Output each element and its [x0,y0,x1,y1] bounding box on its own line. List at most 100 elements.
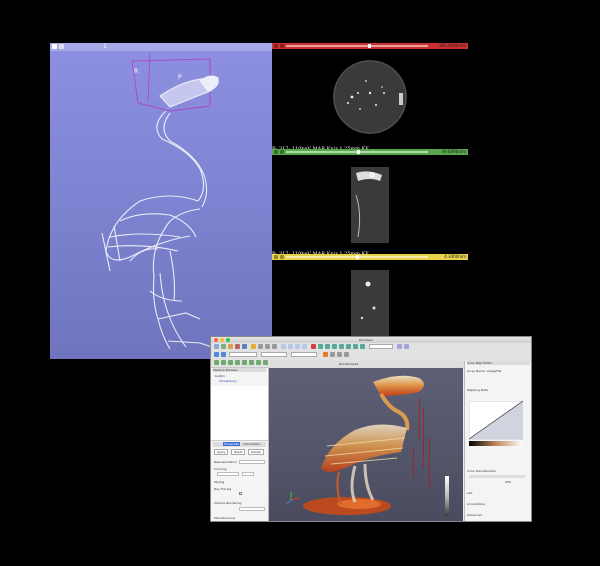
slice-icon[interactable] [346,344,351,349]
filter-b-icon[interactable] [221,360,226,365]
render-view-tab[interactable]: RenderView1 [339,362,359,366]
clip-icon[interactable] [339,344,344,349]
scalar-bar[interactable] [445,476,449,516]
representation-dropdown[interactable] [239,460,265,464]
green-slice-knob[interactable] [357,150,360,154]
filter-c-icon[interactable] [228,360,233,365]
3d-view-label: 1 [103,43,107,50]
filter-h-icon[interactable] [263,360,268,365]
close-window-button[interactable] [214,338,218,342]
ray-tracing-checkbox[interactable] [239,492,242,495]
pipeline-item-builtin[interactable]: builtin: [215,374,225,378]
extract-icon[interactable] [360,344,365,349]
yellow-slice-view[interactable] [272,260,468,336]
select-cells-icon[interactable] [344,352,349,357]
transfer-function-editor[interactable] [469,401,523,447]
interact-icon[interactable] [323,352,328,357]
color-map-editor: Color Map Editor Array Name: ImageFile M… [464,361,531,521]
orientation-axes [286,492,300,505]
representation-select[interactable] [291,352,317,357]
pipeline-browser-header: Pipeline Browser [213,368,266,372]
section-ray-tracing: Ray Tracing [214,487,232,491]
green-slice-image [351,167,389,243]
green-slice-view[interactable] [272,155,468,250]
save-icon[interactable] [221,344,226,349]
color-transfer-bar[interactable] [469,441,523,446]
slicer-3d-view[interactable]: 1 R P [50,43,272,359]
filter-e-icon[interactable] [242,360,247,365]
color-map-editor-header: Color Map Editor [467,361,530,365]
red-slice-view[interactable] [272,49,468,149]
color-discretization-label: Color Discretization [467,469,497,473]
apply-button[interactable]: Apply [214,449,229,455]
link-icon[interactable] [59,44,64,49]
rescale-icon[interactable] [221,352,226,357]
minimize-window-button[interactable] [220,338,224,342]
volume-mapper-dropdown[interactable] [239,507,265,511]
visibility-icon[interactable] [280,44,284,48]
contour-icon[interactable] [332,344,337,349]
tab-properties[interactable]: Properties [223,442,241,446]
left-dock: Pipeline Browser builtin: Shrewsbury Pro… [211,368,269,521]
delete-button[interactable]: Delete [248,449,264,455]
filter-d-icon[interactable] [235,360,240,365]
visibility-icon[interactable] [280,150,284,154]
view-z-icon[interactable] [302,344,307,349]
record-icon[interactable] [311,344,316,349]
volume-rendering [286,375,430,515]
red-slice-knob[interactable] [368,44,371,48]
pin-icon[interactable] [274,44,278,48]
open-icon[interactable] [214,344,219,349]
color-space-label: Lab [467,491,473,495]
visibility-icon[interactable] [280,255,284,259]
undo-icon[interactable] [235,344,240,349]
pipeline-tree-area[interactable] [211,386,268,441]
paraview-window[interactable]: ParaView Pipeline Browser builtin: Shrew… [210,336,532,522]
section-styling: Styling [214,480,225,484]
play-icon[interactable] [265,344,270,349]
table-values-slider[interactable] [469,475,525,478]
properties-tab-bar[interactable]: Properties Information [213,442,266,447]
3d-view-controller-bar[interactable]: 1 [50,43,272,51]
tab-information[interactable]: Information [243,442,260,446]
reset-button[interactable]: Reset [231,449,246,455]
calculator-icon[interactable] [325,344,330,349]
play-first-icon[interactable] [258,344,263,349]
reset-camera-icon[interactable] [281,344,286,349]
camera-icon[interactable] [251,344,256,349]
view-y-icon[interactable] [295,344,300,349]
advanced-toggle[interactable]: Advanced [467,513,482,517]
filter-a-icon[interactable] [214,360,219,365]
zoom-window-button[interactable] [226,338,230,342]
edit-colormap-button[interactable] [242,472,254,476]
render-view[interactable] [269,368,463,521]
view-x-icon[interactable] [288,344,293,349]
redo-icon[interactable] [242,344,247,349]
pin-icon[interactable] [52,44,57,49]
threshold-icon[interactable] [353,344,358,349]
filter-icon[interactable] [318,344,323,349]
skeleton-outline [101,52,219,350]
select-points-icon[interactable] [337,352,342,357]
coloring-dropdown[interactable] [217,472,239,476]
array-select[interactable] [229,352,257,357]
filter-f-icon[interactable] [249,360,254,365]
play-last-icon[interactable] [272,344,277,349]
red-slice-slider[interactable] [286,45,428,47]
mapping-data-label: Mapping Data [467,388,488,392]
properties-buttons: Apply Reset Delete [213,449,266,455]
pin-icon[interactable] [274,150,278,154]
search-icon[interactable] [404,344,409,349]
number-of-table-values: 256 [505,480,511,484]
pin-icon[interactable] [274,255,278,259]
select-icon[interactable] [330,352,335,357]
yellow-slice-knob[interactable] [356,255,359,259]
connect-icon[interactable] [228,344,233,349]
time-field[interactable] [369,344,393,349]
color-by-icon[interactable] [214,352,219,357]
array-name-label: Array Name: ImageFile [467,369,502,373]
help-icon[interactable] [397,344,402,349]
filter-g-icon[interactable] [256,360,261,365]
pipeline-item-source[interactable]: Shrewsbury [219,379,237,383]
component-select[interactable] [261,352,287,357]
